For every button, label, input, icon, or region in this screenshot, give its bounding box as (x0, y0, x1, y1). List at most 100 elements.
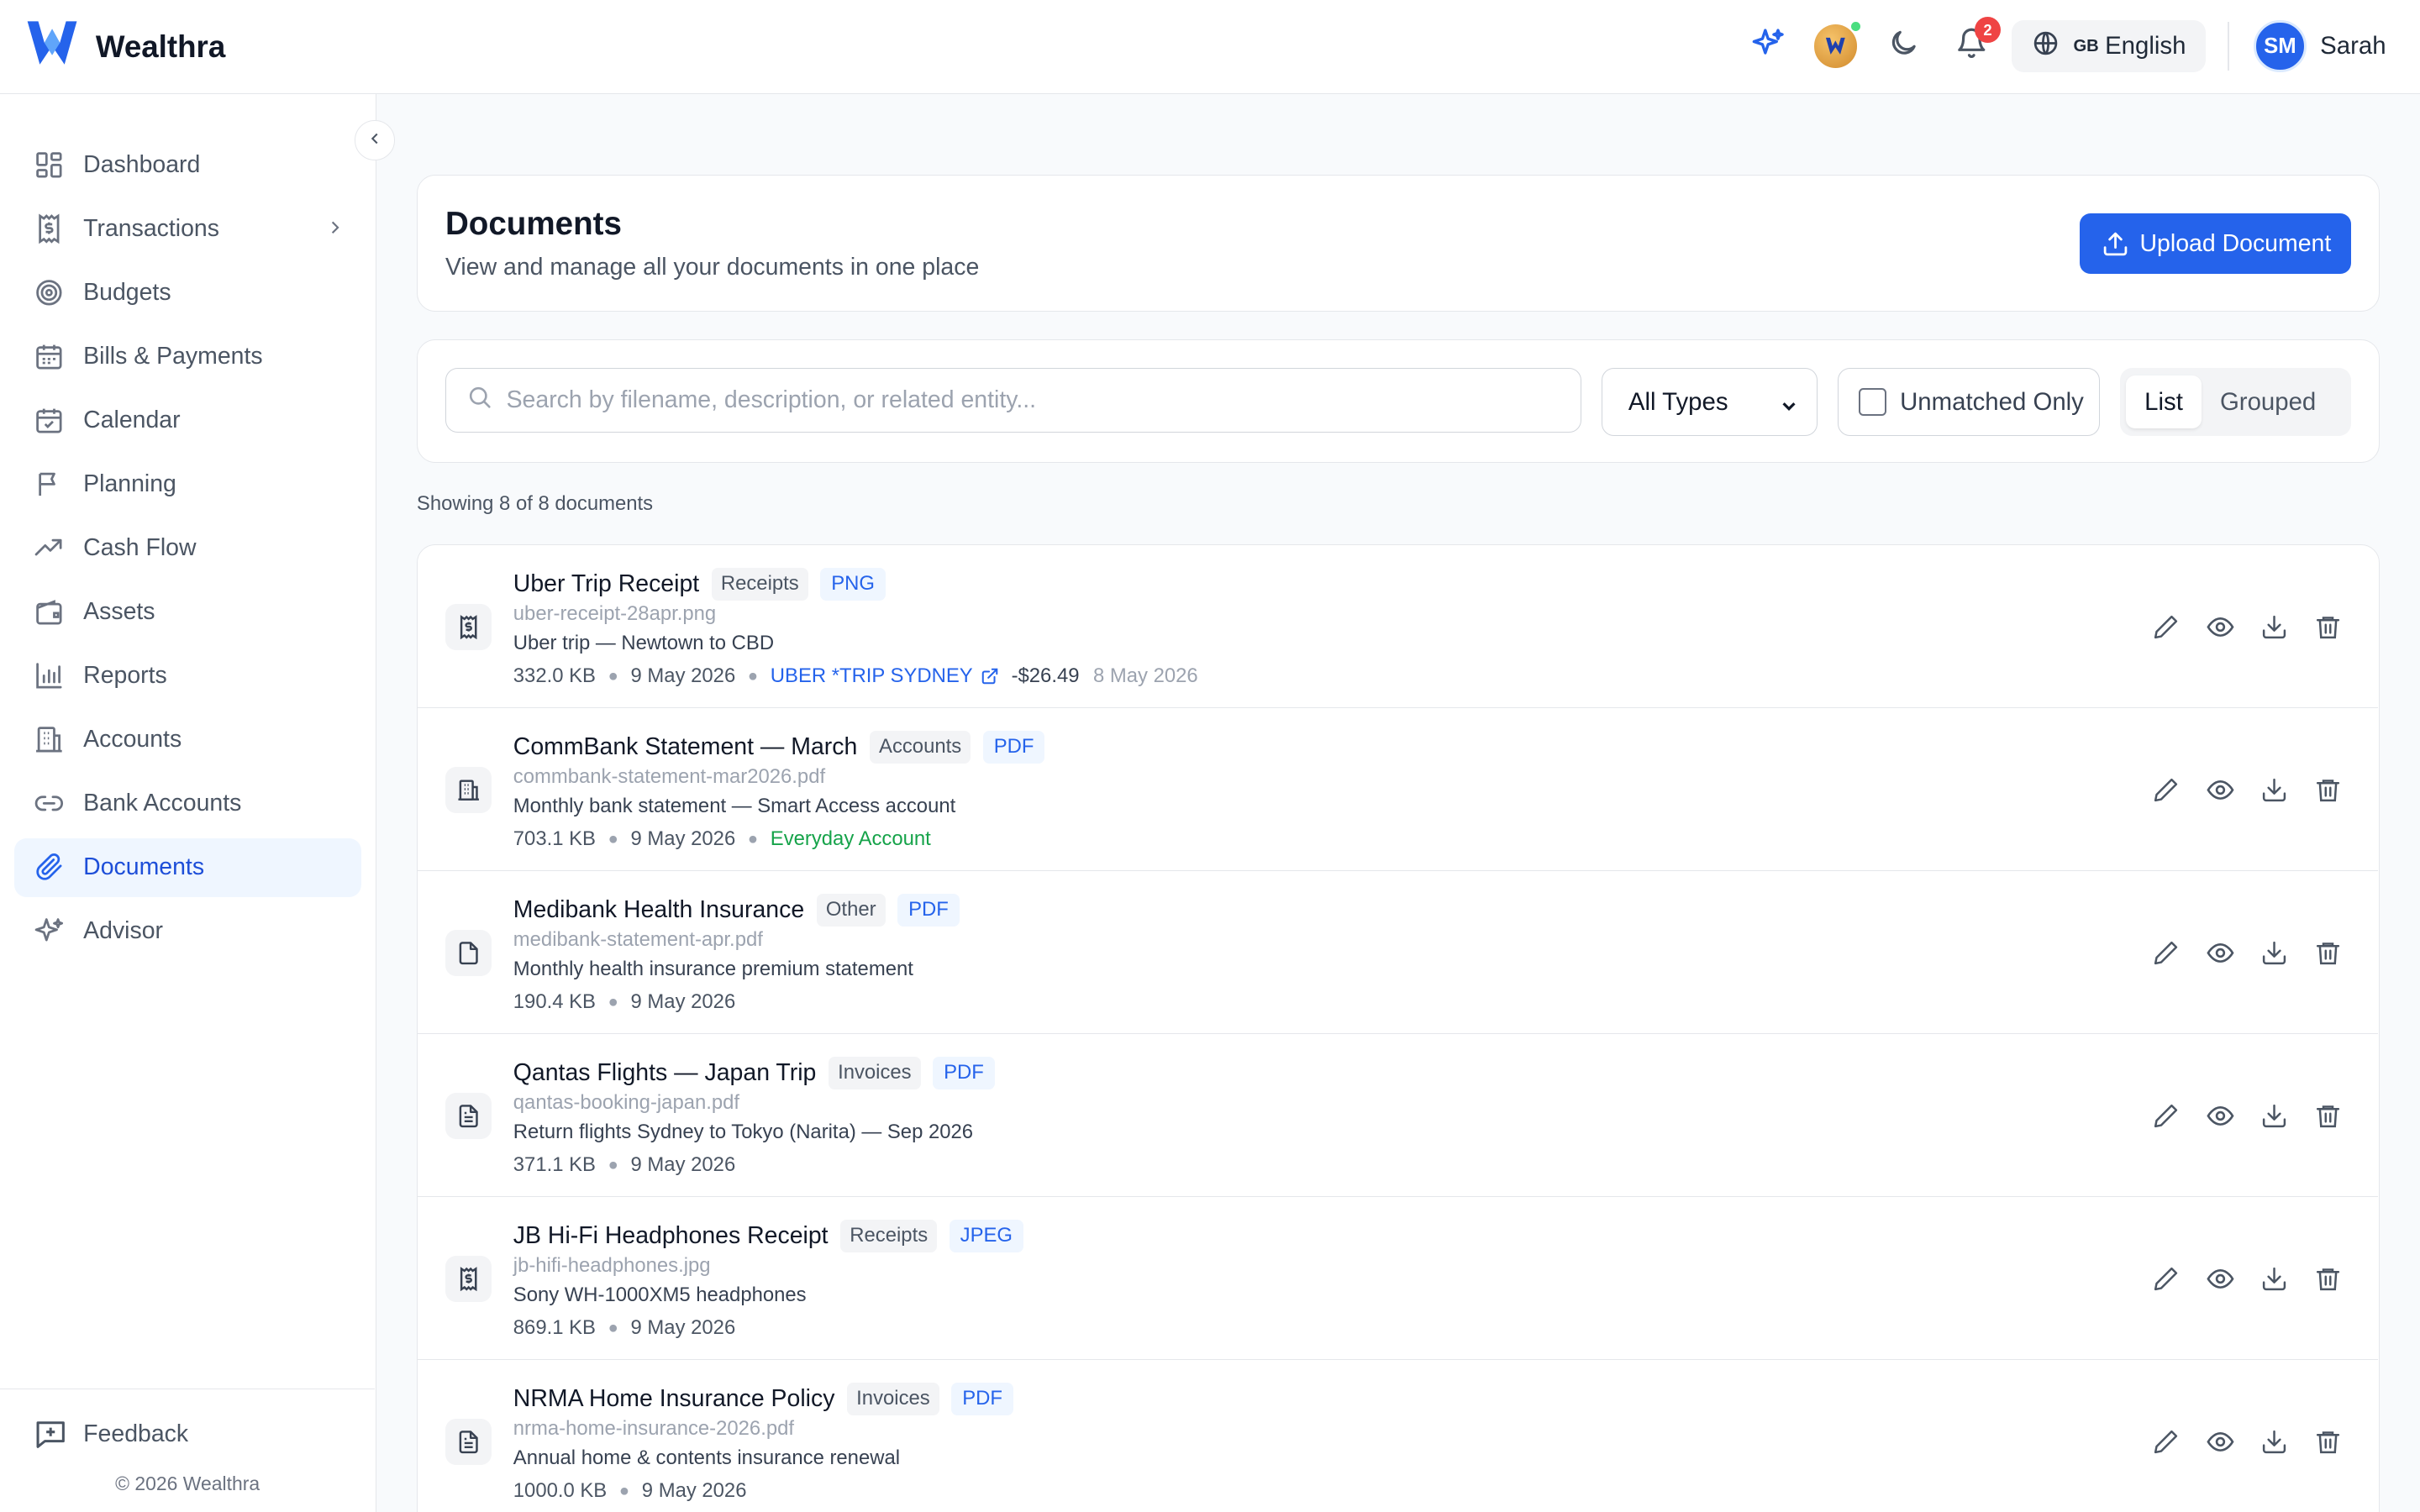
download-icon[interactable] (2259, 774, 2290, 806)
trash-icon[interactable] (2312, 1100, 2344, 1131)
trash-icon[interactable] (2312, 1426, 2344, 1457)
view-icon[interactable] (2205, 612, 2236, 643)
trash-icon[interactable] (2312, 612, 2344, 643)
receipt-icon (445, 604, 492, 651)
view-icon[interactable] (2205, 1263, 2236, 1294)
view-icon[interactable] (2205, 774, 2236, 806)
sidebar-item-transactions[interactable]: Transactions (14, 200, 361, 259)
download-icon[interactable] (2259, 612, 2290, 643)
document-name[interactable]: Qantas Flights — Japan Trip (513, 1059, 817, 1087)
document-name[interactable]: Medibank Health Insurance (513, 896, 804, 924)
list-item[interactable]: Qantas Flights — Japan Trip Invoices PDF… (417, 1034, 2378, 1198)
view-grouped-button[interactable]: Grouped (2202, 375, 2334, 428)
sidebar-item-documents[interactable]: Documents (13, 837, 361, 897)
sidebar-item-cash-flow[interactable]: Cash Flow (14, 519, 361, 578)
edit-icon[interactable] (2151, 937, 2182, 969)
sidebar-item-bank-accounts[interactable]: Bank Accounts (14, 774, 361, 833)
collapse-sidebar-button[interactable] (355, 120, 396, 160)
meta-separator: ● (608, 1318, 618, 1337)
search-input[interactable] (506, 386, 1556, 415)
edit-icon[interactable] (2151, 774, 2182, 806)
theme-toggle-button[interactable] (1882, 24, 1925, 67)
language-label: English (2105, 32, 2186, 60)
sidebar-nav: Dashboard Transactions Budgets Bills & P… (13, 136, 361, 966)
sidebar-item-advisor[interactable]: Advisor (14, 902, 361, 961)
download-icon[interactable] (2259, 937, 2290, 969)
category-tag: Receipts (840, 1219, 938, 1252)
upload-document-button[interactable]: Upload Document (2079, 213, 2352, 275)
file-type-tag: PNG (820, 567, 886, 601)
notifications-button[interactable]: 2 (1950, 17, 2002, 67)
upload-date: 9 May 2026 (630, 990, 736, 1014)
download-icon[interactable] (2259, 1263, 2290, 1294)
edit-icon[interactable] (2151, 1263, 2182, 1294)
list-item[interactable]: CommBank Statement — March Accounts PDF … (417, 708, 2378, 872)
document-info: Uber Trip Receipt Receipts PNG uber-rece… (513, 567, 1198, 692)
category-tag: Invoices (829, 1056, 921, 1089)
chevron-down-icon (1780, 393, 1798, 422)
sidebar-item-reports[interactable]: Reports (14, 647, 361, 706)
sidebar-item-bills-payments[interactable]: Bills & Payments (14, 328, 361, 386)
sidebar-item-dashboard[interactable]: Dashboard (14, 136, 361, 195)
list-item[interactable]: Medibank Health Insurance Other PDF medi… (417, 871, 2378, 1035)
view-icon[interactable] (2205, 1100, 2236, 1131)
document-name[interactable]: JB Hi-Fi Headphones Receipt (513, 1222, 829, 1250)
edit-icon[interactable] (2151, 1100, 2182, 1131)
sidebar-item-label: Advisor (83, 917, 164, 945)
user-menu[interactable]: SM Sarah (2254, 19, 2386, 73)
unmatched-checkbox[interactable] (1858, 387, 1886, 417)
download-icon[interactable] (2259, 1100, 2290, 1131)
receipt-icon (445, 1255, 492, 1303)
document-name[interactable]: CommBank Statement — March (513, 733, 858, 761)
top-header: Wealthra 2 GB English SM Sarah (0, 0, 2420, 95)
sidebar-item-label: Transactions (83, 215, 219, 243)
globe-icon (2032, 29, 2060, 64)
document-name[interactable]: Uber Trip Receipt (513, 570, 699, 598)
sidebar-item-planning[interactable]: Planning (14, 455, 361, 514)
language-selector[interactable]: GB English (2012, 19, 2207, 73)
feedback-button[interactable]: Feedback (34, 1417, 188, 1451)
page-title: Documents (445, 206, 622, 243)
document-info: Qantas Flights — Japan Trip Invoices PDF… (513, 1056, 995, 1181)
document-info: JB Hi-Fi Headphones Receipt Receipts JPE… (513, 1219, 1023, 1344)
trash-icon[interactable] (2312, 774, 2344, 806)
file-size: 1000.0 KB (513, 1479, 608, 1503)
document-filename: jb-hifi-headphones.jpg (513, 1254, 711, 1278)
view-list-button[interactable]: List (2126, 375, 2202, 428)
advisor-avatar-button[interactable] (1813, 19, 1862, 68)
file-text-icon (445, 1418, 492, 1465)
document-description: Uber trip — Newtown to CBD (513, 632, 775, 655)
download-icon[interactable] (2259, 1426, 2290, 1457)
linked-transaction-link[interactable]: UBER *TRIP SYDNEY (771, 664, 999, 688)
brand[interactable]: Wealthra (24, 15, 225, 77)
upload-icon (2102, 230, 2129, 258)
list-item[interactable]: JB Hi-Fi Headphones Receipt Receipts JPE… (417, 1197, 2378, 1361)
sidebar-item-calendar[interactable]: Calendar (14, 391, 361, 450)
trash-icon[interactable] (2312, 937, 2344, 969)
linked-transaction-name: UBER *TRIP SYDNEY (770, 664, 973, 688)
document-name[interactable]: NRMA Home Insurance Policy (513, 1385, 835, 1413)
linked-account-link[interactable]: Everyday Account (771, 827, 931, 851)
type-filter-select[interactable]: All Types (1601, 368, 1818, 436)
edit-icon[interactable] (2151, 1426, 2182, 1457)
edit-icon[interactable] (2151, 612, 2182, 643)
file-icon (445, 930, 492, 977)
view-icon[interactable] (2205, 1426, 2236, 1457)
sidebar-item-accounts[interactable]: Accounts (14, 711, 361, 769)
sidebar-item-budgets[interactable]: Budgets (14, 264, 361, 323)
document-description: Sony WH-1000XM5 headphones (513, 1283, 807, 1306)
file-type-tag: JPEG (949, 1219, 1023, 1252)
list-item[interactable]: NRMA Home Insurance Policy Invoices PDF … (418, 1360, 2378, 1512)
calendar-check-icon (34, 405, 65, 436)
view-icon[interactable] (2205, 937, 2236, 969)
meta-separator: ● (618, 1481, 630, 1500)
document-filename: nrma-home-insurance-2026.pdf (513, 1417, 794, 1441)
ai-sparkle-button[interactable] (1746, 24, 1789, 67)
list-item[interactable]: Uber Trip Receipt Receipts PNG uber-rece… (417, 545, 2378, 709)
sidebar-item-assets[interactable]: Assets (14, 583, 361, 642)
upload-date: 9 May 2026 (641, 1479, 747, 1503)
document-meta: 703.1 KB ● 9 May 2026 ● Everyday Account (513, 824, 1045, 855)
unmatched-only-toggle[interactable]: Unmatched Only (1837, 368, 2100, 436)
trash-icon[interactable] (2312, 1263, 2344, 1294)
results-count: Showing 8 of 8 documents (416, 491, 654, 515)
